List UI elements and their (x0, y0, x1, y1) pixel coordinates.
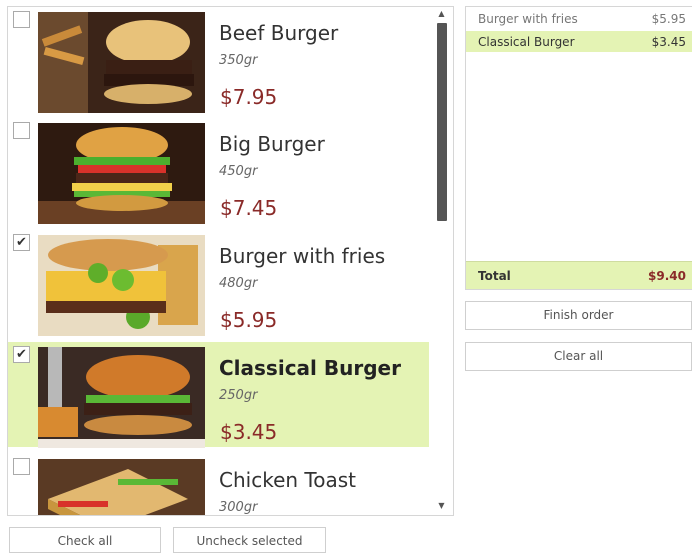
beef-burger-image (38, 12, 205, 113)
product-price: $7.95 (220, 85, 278, 109)
product-weight: 350gr (219, 53, 258, 68)
list-scrollbar[interactable]: ▲ ▼ (433, 7, 450, 515)
total-value: $9.40 (648, 269, 686, 283)
order-total-row: Total $9.40 (466, 261, 692, 289)
scroll-down-icon[interactable]: ▼ (433, 499, 450, 513)
total-label: Total (478, 269, 511, 283)
order-summary: Burger with fries $5.95 Classical Burger… (465, 6, 692, 290)
product-checkbox[interactable] (13, 11, 30, 28)
product-weight: 250gr (219, 388, 258, 403)
order-line[interactable]: Classical Burger $3.45 (466, 31, 692, 52)
check-icon: ✔ (16, 235, 27, 250)
uncheck-selected-button[interactable]: Uncheck selected (173, 527, 326, 553)
order-line[interactable]: Burger with fries $5.95 (466, 8, 692, 29)
product-checkbox[interactable]: ✔ (13, 346, 30, 363)
product-checkbox[interactable]: ✔ (13, 234, 30, 251)
big-burger-image (38, 123, 205, 224)
product-name: Classical Burger (219, 356, 401, 380)
check-icon: ✔ (16, 347, 27, 362)
product-weight: 450gr (219, 164, 258, 179)
product-price: $5.95 (220, 308, 278, 332)
product-item-burger-with-fries[interactable]: ✔ Burger with fries 480gr $5.95 (8, 230, 429, 336)
product-item-beef-burger[interactable]: Beef Burger 350gr $7.95 (8, 7, 429, 113)
product-checkbox[interactable] (13, 458, 30, 475)
product-weight: 480gr (219, 276, 258, 291)
product-item-chicken-toast[interactable]: Chicken Toast 300gr (8, 454, 429, 515)
product-item-classical-burger[interactable]: ✔ Classical Burger 250gr $3.45 (8, 342, 429, 448)
burger-with-fries-image (38, 235, 205, 336)
product-weight: 300gr (219, 500, 258, 515)
product-name: Chicken Toast (219, 468, 356, 492)
chicken-toast-image (38, 459, 205, 515)
classical-burger-image (38, 347, 205, 448)
finish-order-button[interactable]: Finish order (465, 301, 692, 330)
scroll-up-icon[interactable]: ▲ (433, 7, 450, 21)
product-price: $3.45 (220, 420, 278, 444)
order-item-name: Burger with fries (478, 12, 578, 26)
product-checkbox[interactable] (13, 122, 30, 139)
product-name: Beef Burger (219, 21, 339, 45)
order-item-name: Classical Burger (478, 35, 575, 49)
check-all-button[interactable]: Check all (9, 527, 161, 553)
product-name: Burger with fries (219, 244, 386, 268)
order-item-price: $5.95 (651, 12, 686, 26)
order-item-price: $3.45 (651, 35, 686, 49)
scroll-thumb[interactable] (437, 23, 447, 221)
product-name: Big Burger (219, 132, 325, 156)
product-item-big-burger[interactable]: Big Burger 450gr $7.45 (8, 118, 429, 224)
product-list[interactable]: Beef Burger 350gr $7.95 Big Burger 450gr… (7, 6, 454, 516)
clear-all-button[interactable]: Clear all (465, 342, 692, 371)
product-price: $7.45 (220, 196, 278, 220)
